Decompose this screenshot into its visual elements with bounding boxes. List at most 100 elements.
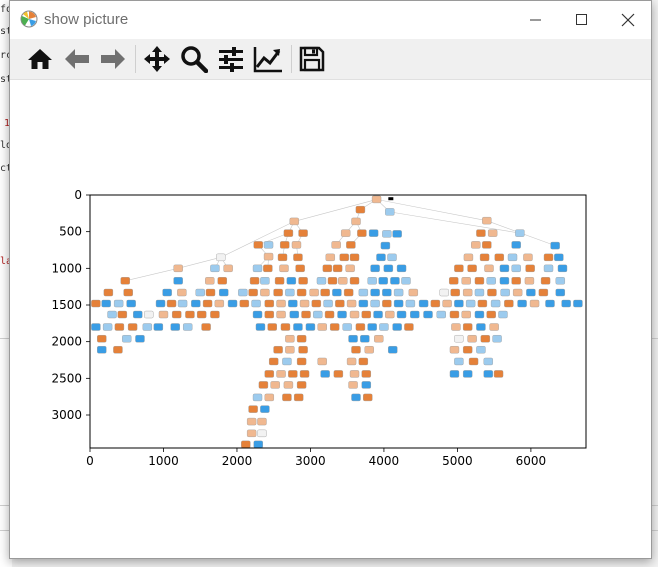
tree-node [454, 299, 464, 308]
tree-node [177, 299, 188, 308]
tree-node [474, 277, 485, 285]
tree-node [298, 277, 308, 285]
tree-node [367, 323, 377, 331]
tree-node [462, 288, 473, 297]
tree-node [382, 230, 392, 238]
home-button[interactable] [25, 44, 55, 74]
tree-node [358, 357, 369, 366]
tree-node [210, 310, 220, 319]
tree-node [324, 310, 335, 319]
tree-node [370, 288, 380, 297]
tree-node [210, 264, 220, 273]
tree-node [388, 346, 398, 354]
tree-node [311, 299, 322, 308]
tree-node [117, 310, 128, 319]
configure-subplots-icon [219, 47, 243, 72]
configure-subplots-button[interactable] [216, 44, 246, 74]
tree-node [449, 370, 460, 378]
y-tick-label: 2500 [51, 371, 82, 385]
tree-node [526, 288, 536, 297]
tree-node [543, 264, 554, 273]
window-title: show picture [44, 11, 129, 28]
edit-axis-button[interactable] [253, 44, 283, 74]
tree-node [258, 381, 269, 389]
tree-node [277, 253, 288, 262]
x-tick-label: 3000 [295, 454, 326, 468]
close-button[interactable] [605, 1, 651, 39]
minimize-button[interactable] [513, 1, 559, 39]
tree-node [367, 277, 377, 285]
tree-node [346, 299, 357, 308]
tree-node [101, 299, 111, 308]
y-tick-label: 0 [74, 188, 82, 202]
tree-node [269, 357, 279, 366]
tree-node [512, 288, 523, 297]
toolbar-separator [135, 45, 136, 73]
tree-node [500, 288, 510, 297]
tree-node [450, 288, 460, 297]
tree-node [376, 253, 386, 262]
tree-node [325, 253, 335, 262]
tree-node [410, 310, 420, 319]
tree-node [114, 323, 125, 331]
tree-node [166, 299, 177, 308]
tree-node [355, 205, 366, 214]
tree-node [263, 264, 273, 273]
tree-node [205, 277, 215, 285]
tree-node [251, 299, 261, 308]
matplotlib-app-icon [20, 10, 38, 28]
tree-node [482, 241, 492, 249]
tree-node [346, 241, 356, 249]
tree-node [293, 253, 303, 262]
pan-button[interactable] [142, 44, 172, 74]
tree-node [342, 323, 352, 331]
figure-canvas[interactable]: 0 1000 2000 3000 4000 5000 6000 0 500 1000 1500 200… [10, 80, 651, 558]
tree-node [196, 310, 207, 319]
tree-node [285, 288, 295, 297]
title-bar[interactable]: show picture [10, 1, 651, 39]
maximize-button[interactable] [559, 1, 605, 39]
home-icon [28, 49, 52, 69]
tree-node [286, 277, 297, 285]
decision-tree-plot[interactable]: 0 1000 2000 3000 4000 5000 6000 0 500 1000 1500 200… [10, 80, 651, 558]
tree-node [282, 357, 292, 366]
tree-node [348, 381, 358, 389]
tree-node [127, 323, 138, 331]
tree-node [135, 335, 145, 343]
tree-node [449, 277, 459, 285]
tree-node [252, 310, 263, 319]
forward-button[interactable] [98, 44, 128, 74]
tree-node [173, 264, 183, 273]
tree-node [360, 335, 370, 343]
tree-node [486, 277, 496, 285]
tree-node [246, 429, 257, 438]
tree-node [557, 264, 568, 273]
tree-node [329, 323, 340, 331]
tree-node [346, 357, 357, 366]
zoom-button[interactable] [179, 44, 209, 74]
tree-node [392, 230, 402, 238]
tree-node [468, 357, 479, 366]
tree-node [538, 288, 549, 297]
tree-node [162, 288, 172, 297]
tree-node [405, 299, 416, 308]
back-button[interactable] [62, 44, 92, 74]
tree-node [393, 288, 404, 297]
tree-node [480, 335, 491, 343]
tree-node [285, 346, 295, 354]
tree-node [499, 277, 510, 285]
tree-node [363, 393, 373, 402]
tree-node [296, 381, 307, 389]
tree-node [241, 440, 251, 449]
tree-node [298, 229, 308, 237]
y-tick-label: 2000 [51, 335, 82, 349]
tree-node [288, 370, 298, 378]
tree-node [264, 299, 274, 308]
tree-node [263, 241, 274, 249]
tree-node [392, 323, 402, 331]
tree-node [370, 264, 380, 273]
tree-node [295, 264, 305, 273]
tree-node [349, 277, 360, 285]
save-button[interactable] [297, 44, 327, 74]
tree-node [313, 310, 323, 319]
